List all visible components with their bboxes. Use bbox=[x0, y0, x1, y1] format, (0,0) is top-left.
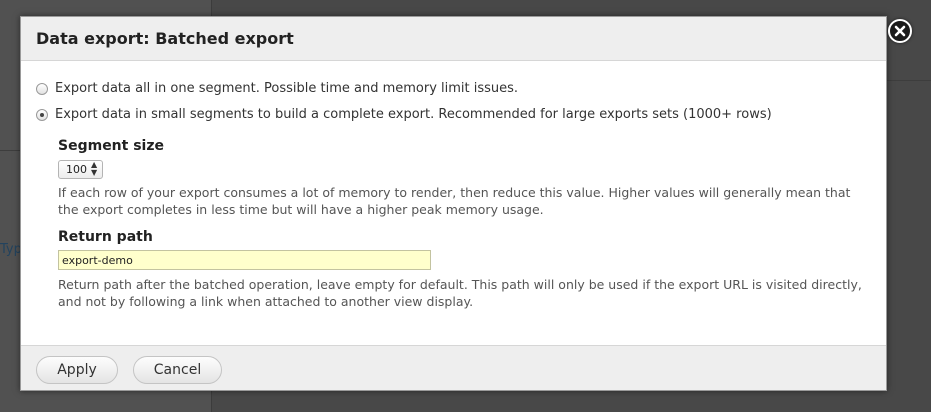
close-icon[interactable] bbox=[888, 19, 912, 43]
dialog-footer: Apply Cancel bbox=[21, 345, 886, 390]
batched-export-dialog: Data export: Batched export Export data … bbox=[20, 16, 887, 391]
segment-size-description: If each row of your export consumes a lo… bbox=[58, 185, 851, 217]
cancel-button[interactable]: Cancel bbox=[133, 356, 222, 384]
close-x-glyph bbox=[894, 25, 906, 37]
radio-small-segments[interactable] bbox=[36, 109, 48, 121]
option-single-segment-label[interactable]: Export data all in one segment. Possible… bbox=[55, 81, 518, 96]
dialog-title: Data export: Batched export bbox=[36, 29, 294, 48]
background-partial-text: Typ bbox=[0, 242, 22, 257]
dialog-titlebar: Data export: Batched export bbox=[21, 17, 886, 61]
return-path-label: Return path bbox=[58, 229, 153, 245]
segment-size-value: 100 bbox=[66, 163, 87, 176]
select-arrows-icon: ▲ ▼ bbox=[91, 160, 98, 177]
return-path-description: Return path after the batched operation,… bbox=[58, 277, 862, 309]
return-path-input[interactable] bbox=[58, 250, 431, 270]
option-small-segments-label[interactable]: Export data in small segments to build a… bbox=[55, 107, 772, 122]
background-divider bbox=[886, 80, 931, 81]
segment-size-select[interactable]: 100 ▲ ▼ bbox=[58, 160, 103, 179]
radio-single-segment[interactable] bbox=[36, 83, 48, 95]
apply-button[interactable]: Apply bbox=[36, 356, 118, 384]
segment-size-label: Segment size bbox=[58, 138, 164, 154]
